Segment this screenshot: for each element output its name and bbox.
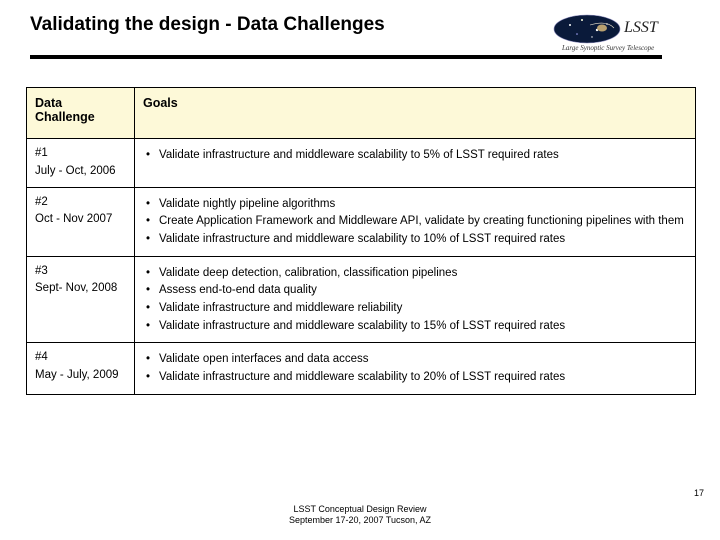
dc-id: #3 — [35, 263, 126, 281]
table-row: #2 Oct - Nov 2007 Validate nightly pipel… — [27, 187, 696, 256]
lsst-logo: LSST Large Synoptic Survey Telescope — [552, 10, 702, 60]
dc-id: #2 — [35, 194, 126, 212]
goal-item: Validate infrastructure and middleware s… — [157, 147, 687, 164]
dc-id: #1 — [35, 145, 126, 163]
goal-item: Assess end-to-end data quality — [157, 282, 687, 299]
logo-acronym: LSST — [623, 19, 659, 36]
logo-fullname: Large Synoptic Survey Telescope — [561, 44, 654, 52]
footer: LSST Conceptual Design Review September … — [0, 504, 720, 527]
dc-dates: Oct - Nov 2007 — [35, 211, 126, 229]
page-title: Validating the design - Data Challenges — [30, 14, 385, 36]
goals-list: Validate open interfaces and data access… — [143, 351, 687, 385]
table-row: #3 Sept- Nov, 2008 Validate deep detecti… — [27, 256, 696, 343]
table-row: #4 May - July, 2009 Validate open interf… — [27, 343, 696, 394]
goal-item: Validate infrastructure and middleware s… — [157, 369, 687, 386]
table-row: #1 July - Oct, 2006 Validate infrastruct… — [27, 139, 696, 188]
goal-item: Validate open interfaces and data access — [157, 351, 687, 368]
goal-item: Validate infrastructure and middleware r… — [157, 300, 687, 317]
goal-item: Validate infrastructure and middleware s… — [157, 231, 687, 248]
dc-dates: May - July, 2009 — [35, 367, 126, 385]
data-challenge-table: Data Challenge Goals #1 July - Oct, 2006… — [26, 87, 696, 395]
goal-item: Validate nightly pipeline algorithms — [157, 196, 687, 213]
goal-item: Validate deep detection, calibration, cl… — [157, 265, 687, 282]
goals-list: Validate deep detection, calibration, cl… — [143, 265, 687, 335]
page-number: 17 — [694, 488, 704, 498]
dc-dates: July - Oct, 2006 — [35, 163, 126, 181]
title-underline — [30, 55, 662, 59]
goals-list: Validate infrastructure and middleware s… — [143, 147, 687, 164]
footer-line2: September 17-20, 2007 Tucson, AZ — [0, 515, 720, 526]
goal-item: Validate infrastructure and middleware s… — [157, 318, 687, 335]
goal-item: Create Application Framework and Middlew… — [157, 213, 687, 230]
header-goals: Goals — [135, 88, 696, 139]
goals-list: Validate nightly pipeline algorithms Cre… — [143, 196, 687, 248]
dc-dates: Sept- Nov, 2008 — [35, 280, 126, 298]
footer-line1: LSST Conceptual Design Review — [0, 504, 720, 515]
header-data-challenge: Data Challenge — [27, 88, 135, 139]
dc-id: #4 — [35, 349, 126, 367]
